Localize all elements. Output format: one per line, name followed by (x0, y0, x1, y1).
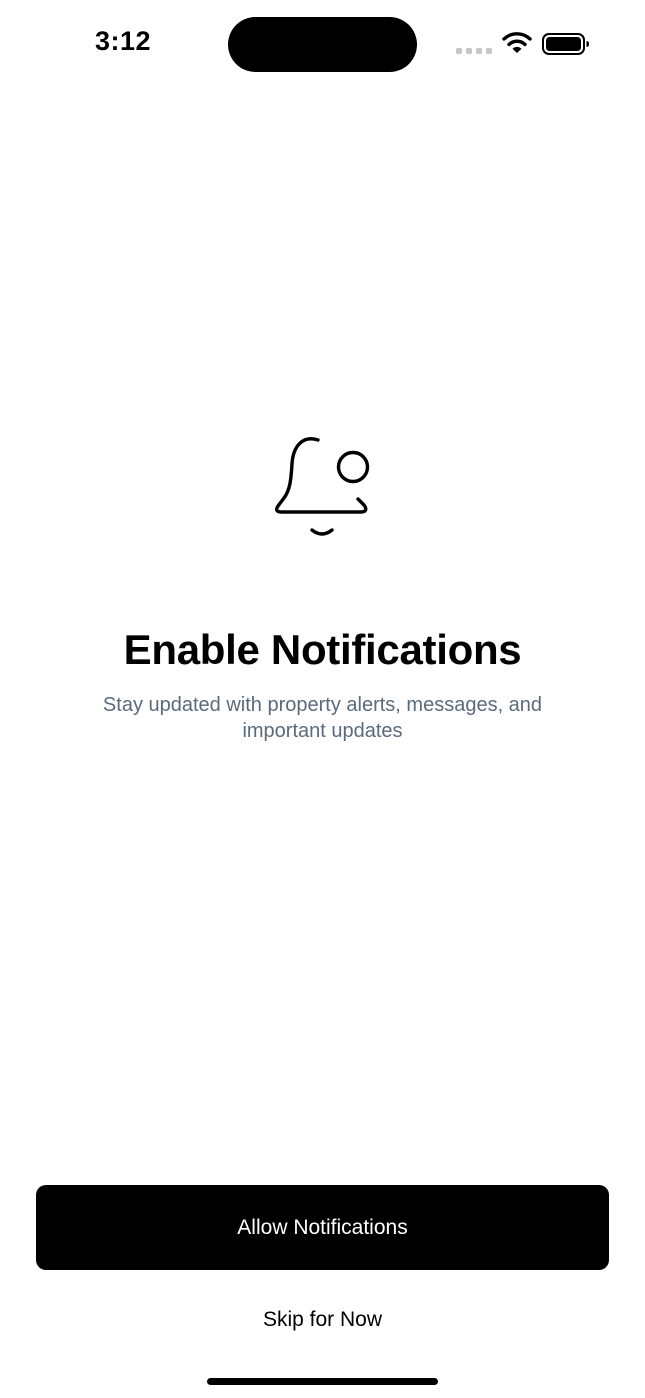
wifi-icon (502, 32, 532, 53)
bell-icon (274, 437, 370, 536)
status-bar: 3:12 (0, 0, 645, 90)
skip-for-now-button[interactable]: Skip for Now (200, 1298, 445, 1342)
status-time: 3:12 (95, 26, 152, 56)
status-icons (456, 30, 596, 58)
allow-notifications-button[interactable]: Allow Notifications (36, 1185, 609, 1270)
home-indicator[interactable] (207, 1378, 438, 1385)
dynamic-island (228, 17, 417, 72)
signal-dots-icon (456, 48, 492, 54)
page-subtitle: Stay updated with property alerts, messa… (102, 694, 543, 742)
page-title: Enable Notifications (123, 626, 522, 674)
battery-icon (542, 33, 589, 55)
